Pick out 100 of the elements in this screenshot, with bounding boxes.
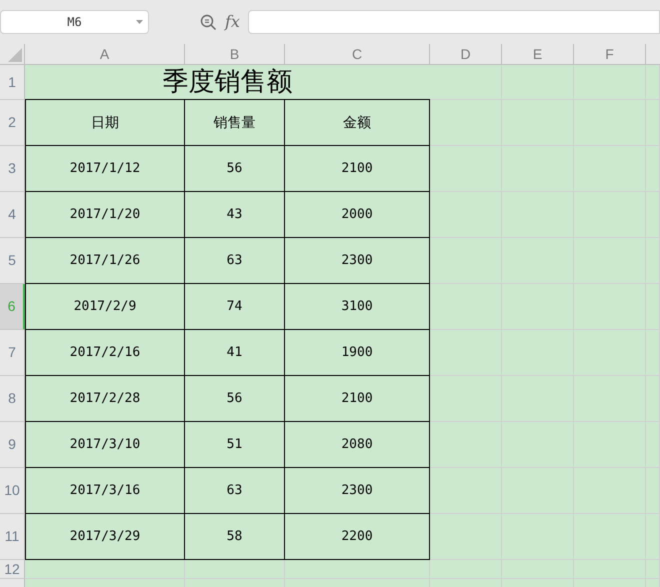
sheet-cell[interactable] (574, 192, 646, 238)
table-cell: 2080 (285, 422, 430, 468)
table-cell: 2017/1/12 (25, 146, 185, 192)
sheet-cell[interactable] (574, 468, 646, 514)
sheet-cell[interactable] (430, 192, 502, 238)
table-cell: 2017/2/16 (25, 330, 185, 376)
formula-field[interactable] (248, 10, 660, 34)
sheet-cell[interactable] (502, 146, 574, 192)
table-header-cell: 日期 (25, 100, 185, 146)
table-cell: 2017/2/9 (25, 284, 185, 330)
table-cell: 2300 (285, 468, 430, 514)
table-cell: 2000 (285, 192, 430, 238)
sheet-cell[interactable] (574, 284, 646, 330)
sheet-cell[interactable] (430, 330, 502, 376)
sheet-cell[interactable] (646, 376, 660, 422)
table-cell: 2017/2/28 (25, 376, 185, 422)
table-header-cell: 金额 (285, 100, 430, 146)
row-header[interactable]: 7 (0, 330, 25, 376)
row-header[interactable]: 2 (0, 100, 25, 146)
sheet-cell[interactable] (430, 65, 502, 100)
sheet-cell[interactable] (285, 560, 430, 579)
table-cell: 3100 (285, 284, 430, 330)
sheet-cell[interactable] (574, 422, 646, 468)
table-cell: 1900 (285, 330, 430, 376)
sheet-cell[interactable] (646, 560, 660, 579)
function-label[interactable]: fx (225, 10, 240, 34)
table-cell: 51 (185, 422, 285, 468)
table-cell: 2017/3/16 (25, 468, 185, 514)
sheet-cell[interactable] (502, 468, 574, 514)
table-cell: 58 (185, 514, 285, 560)
row-header[interactable]: 6 (0, 284, 25, 330)
sheet-cell[interactable] (430, 468, 502, 514)
row-header[interactable]: 4 (0, 192, 25, 238)
sheet-cell[interactable] (646, 468, 660, 514)
row-header[interactable]: 8 (0, 376, 25, 422)
sheet-cell[interactable] (430, 514, 502, 560)
sheet-cell[interactable] (430, 376, 502, 422)
sheet-cell[interactable] (646, 146, 660, 192)
select-all-corner[interactable] (0, 44, 25, 65)
sheet-cell[interactable] (574, 146, 646, 192)
sheet-cell[interactable] (502, 284, 574, 330)
table-cell: 2100 (285, 376, 430, 422)
table-cell: 2017/1/20 (25, 192, 185, 238)
sheet-cell[interactable] (646, 238, 660, 284)
table-cell: 56 (185, 376, 285, 422)
table-cell: 2200 (285, 514, 430, 560)
row-header[interactable]: 10 (0, 468, 25, 514)
row-header[interactable]: 9 (0, 422, 25, 468)
table-cell: 74 (185, 284, 285, 330)
dropdown-icon[interactable] (136, 20, 143, 24)
sheet-cell[interactable] (25, 560, 185, 579)
sheet-cell[interactable] (502, 238, 574, 284)
sheet-cell[interactable] (574, 330, 646, 376)
sheet-cell[interactable] (646, 422, 660, 468)
row-header[interactable]: 1 (0, 65, 25, 100)
sheet-cell[interactable] (574, 560, 646, 579)
table-cell: 2017/3/10 (25, 422, 185, 468)
sheet-cell[interactable] (185, 560, 285, 579)
sheet-cell[interactable] (430, 284, 502, 330)
table-cell: 2300 (285, 238, 430, 284)
table-cell: 41 (185, 330, 285, 376)
sheet-cell[interactable] (430, 422, 502, 468)
sheet-cell[interactable] (574, 65, 646, 100)
row-header[interactable]: 5 (0, 238, 25, 284)
sheet-cell[interactable] (430, 100, 502, 146)
sheet-cell[interactable] (646, 330, 660, 376)
table-cell: 43 (185, 192, 285, 238)
sheet-cell[interactable] (646, 514, 660, 560)
table-cell: 56 (185, 146, 285, 192)
row-header[interactable]: 3 (0, 146, 25, 192)
sheet-cell[interactable] (646, 284, 660, 330)
sheet-cell[interactable] (574, 376, 646, 422)
sheet-cell[interactable] (646, 100, 660, 146)
sheet-cell[interactable] (502, 514, 574, 560)
sheet-cell[interactable] (574, 514, 646, 560)
row-header[interactable]: 11 (0, 514, 25, 560)
sheet-cell[interactable] (502, 422, 574, 468)
row-header[interactable]: 12 (0, 560, 25, 579)
table-cell: 2017/3/29 (25, 514, 185, 560)
sheet-cell[interactable] (502, 100, 574, 146)
sheet-cell[interactable] (430, 146, 502, 192)
table-cell: 63 (185, 468, 285, 514)
table-cell: 63 (185, 238, 285, 284)
sheet-title: 季度销售额 (25, 65, 430, 100)
table-cell: 2100 (285, 146, 430, 192)
sheet-cell[interactable] (502, 560, 574, 579)
sheet-cell[interactable] (502, 376, 574, 422)
name-box[interactable]: M6 (0, 10, 149, 34)
sheet-cell[interactable] (502, 65, 574, 100)
sheet-cell[interactable] (430, 238, 502, 284)
sheet-cell[interactable] (646, 65, 660, 100)
sheet-cell[interactable] (502, 330, 574, 376)
sheet-cell[interactable] (502, 192, 574, 238)
sheet-cell[interactable] (574, 238, 646, 284)
table-header-cell: 销售量 (185, 100, 285, 146)
zoom-icon[interactable] (200, 14, 217, 30)
sheet-cell[interactable] (430, 560, 502, 579)
sheet-cell[interactable] (646, 192, 660, 238)
table-cell: 2017/1/26 (25, 238, 185, 284)
sheet-cell[interactable] (574, 100, 646, 146)
